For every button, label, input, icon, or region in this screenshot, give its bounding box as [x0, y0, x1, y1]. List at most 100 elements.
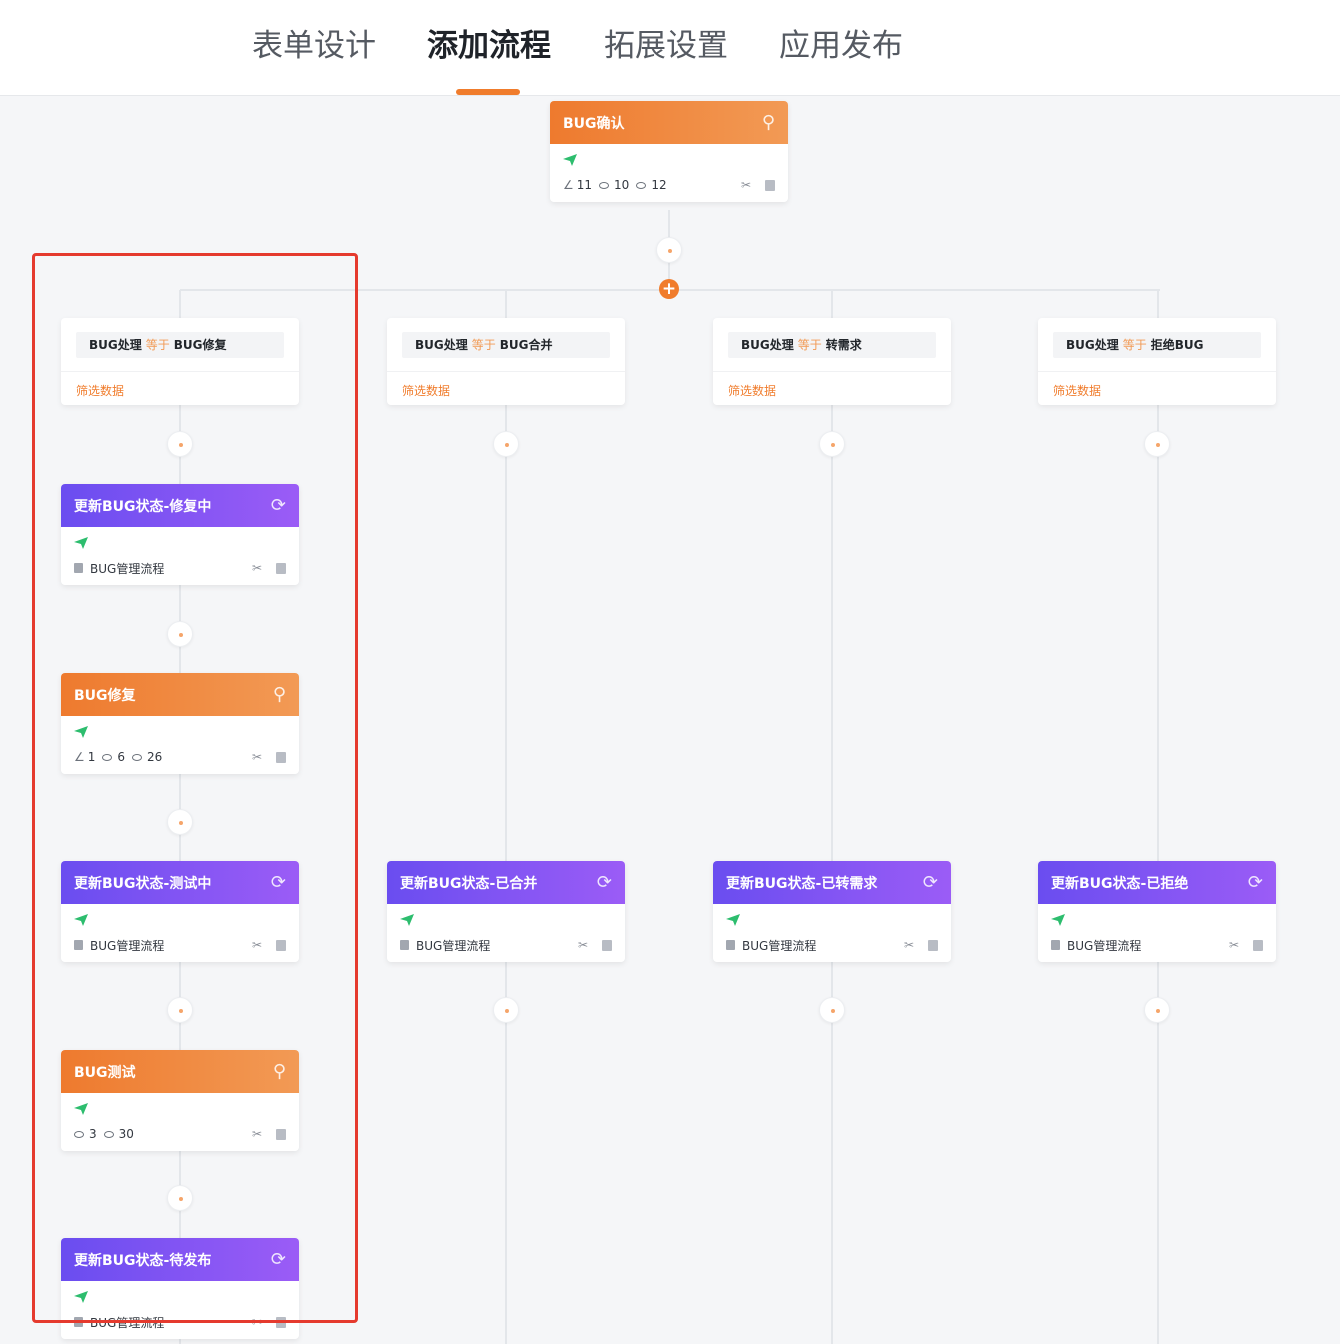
condition-value: BUG合并	[499, 338, 553, 352]
filter-data-link[interactable]: 筛选数据	[1053, 382, 1101, 399]
cut-icon[interactable]: ✂	[252, 938, 262, 952]
source-label: BUG管理流程	[1067, 938, 1142, 953]
view-icon	[102, 753, 113, 761]
node-body: 3 30 ✂	[61, 1093, 299, 1151]
node-title: BUG修复	[74, 687, 136, 704]
cut-icon[interactable]: ✂	[1229, 938, 1239, 952]
node-meta: BUG管理流程 ✂	[1051, 936, 1263, 954]
node-actions: ✂	[252, 1127, 286, 1141]
condition-card[interactable]: BUG处理 等于 拒绝BUG 筛选数据	[1038, 318, 1276, 405]
add-node-button[interactable]	[167, 1185, 193, 1211]
condition-rule: BUG处理 等于 BUG合并	[402, 332, 610, 358]
refresh-icon: ⟳	[270, 872, 286, 893]
update-node[interactable]: 更新BUG状态-已合并 ⟳ BUG管理流程 ✂	[387, 861, 625, 962]
copy-icon[interactable]	[276, 939, 286, 951]
update-node[interactable]: 更新BUG状态-已拒绝 ⟳ BUG管理流程 ✂	[1038, 861, 1276, 962]
add-node-button[interactable]	[1144, 431, 1170, 457]
tab-form-design[interactable]: 表单设计	[252, 24, 376, 68]
cut-icon[interactable]: ✂	[252, 750, 262, 764]
root-node-bug-confirm[interactable]: BUG确认 ⚲ ∠ 11 10 12 ✂	[550, 101, 788, 202]
condition-field: BUG处理	[89, 338, 142, 352]
cut-icon[interactable]: ✂	[252, 1315, 262, 1329]
cut-icon[interactable]: ✂	[904, 938, 914, 952]
tab-add-process[interactable]: 添加流程	[427, 24, 551, 68]
copy-icon[interactable]	[276, 1128, 286, 1140]
node-meta: 3 30 ✂	[74, 1125, 286, 1143]
node-meta: ∠ 1 6 26 ✂	[74, 748, 286, 766]
node-body: BUG管理流程 ✂	[61, 527, 299, 585]
node-source: BUG管理流程	[74, 1314, 164, 1331]
add-node-button[interactable]	[819, 431, 845, 457]
condition-card[interactable]: BUG处理 等于 BUG修复 筛选数据	[61, 318, 299, 405]
add-node-button[interactable]	[167, 431, 193, 457]
add-node-button[interactable]	[1144, 997, 1170, 1023]
condition-card[interactable]: BUG处理 等于 转需求 筛选数据	[713, 318, 951, 405]
filter-data-link[interactable]: 筛选数据	[728, 382, 776, 399]
cut-icon[interactable]: ✂	[741, 178, 751, 192]
node-body: ∠ 1 6 26 ✂	[61, 716, 299, 774]
condition-operator: 等于	[471, 338, 496, 352]
cut-icon[interactable]: ✂	[578, 938, 588, 952]
view-icon	[74, 1130, 84, 1138]
add-node-button[interactable]	[167, 809, 193, 835]
send-icon	[74, 1291, 88, 1303]
copy-icon[interactable]	[276, 1316, 286, 1328]
add-node-button[interactable]	[493, 997, 519, 1023]
filter-data-link[interactable]: 筛选数据	[402, 382, 450, 399]
view-icon	[103, 1130, 114, 1138]
update-node[interactable]: 更新BUG状态-待发布 ⟳ BUG管理流程 ✂	[61, 1238, 299, 1339]
cut-icon[interactable]: ✂	[252, 561, 262, 575]
stat-value: 1	[87, 750, 96, 764]
approve-node[interactable]: BUG测试 ⚲ 3 30 ✂	[61, 1050, 299, 1151]
copy-icon[interactable]	[928, 939, 938, 951]
update-node[interactable]: 更新BUG状态-修复中 ⟳ BUG管理流程 ✂	[61, 484, 299, 585]
form-icon	[74, 1317, 83, 1327]
tab-extension-settings[interactable]: 拓展设置	[604, 24, 728, 68]
refresh-icon: ⟳	[270, 495, 286, 516]
send-icon	[74, 726, 88, 738]
node-body: BUG管理流程 ✂	[1038, 904, 1276, 962]
form-icon	[400, 940, 409, 950]
add-node-button[interactable]	[167, 997, 193, 1023]
condition-card[interactable]: BUG处理 等于 BUG合并 筛选数据	[387, 318, 625, 405]
approve-node[interactable]: BUG修复 ⚲ ∠ 1 6 26 ✂	[61, 673, 299, 774]
copy-icon[interactable]	[765, 179, 775, 191]
send-icon	[74, 537, 88, 549]
divider	[1038, 371, 1276, 372]
copy-icon[interactable]	[602, 939, 612, 951]
node-header: BUG确认 ⚲	[550, 101, 788, 144]
node-header: BUG修复 ⚲	[61, 673, 299, 716]
add-node-button[interactable]	[819, 997, 845, 1023]
update-node[interactable]: 更新BUG状态-测试中 ⟳ BUG管理流程 ✂	[61, 861, 299, 962]
stat-value: 26	[147, 750, 163, 764]
node-body: BUG管理流程 ✂	[713, 904, 951, 962]
copy-icon[interactable]	[1253, 939, 1263, 951]
add-branch-icon[interactable]: +	[659, 279, 679, 299]
stat-value: 10	[614, 178, 630, 192]
add-node-button[interactable]	[656, 237, 682, 263]
source-label: BUG管理流程	[90, 938, 165, 953]
add-node-button[interactable]	[493, 431, 519, 457]
source-label: BUG管理流程	[742, 938, 817, 953]
node-header: 更新BUG状态-已拒绝 ⟳	[1038, 861, 1276, 904]
copy-icon[interactable]	[276, 562, 286, 574]
node-actions: ✂	[252, 561, 286, 575]
node-title: 更新BUG状态-已转需求	[726, 875, 878, 892]
update-node[interactable]: 更新BUG状态-已转需求 ⟳ BUG管理流程 ✂	[713, 861, 951, 962]
node-meta: BUG管理流程 ✂	[74, 1313, 286, 1331]
node-actions: ✂	[741, 178, 775, 192]
copy-icon[interactable]	[276, 751, 286, 763]
node-header: BUG测试 ⚲	[61, 1050, 299, 1093]
node-body: ∠ 11 10 12 ✂	[550, 144, 788, 202]
node-meta: BUG管理流程 ✂	[726, 936, 938, 954]
cut-icon[interactable]: ✂	[252, 1127, 262, 1141]
tab-app-publish[interactable]: 应用发布	[779, 24, 903, 68]
node-actions: ✂	[1229, 938, 1263, 952]
filter-data-link[interactable]: 筛选数据	[76, 382, 124, 399]
divider	[61, 371, 299, 372]
refresh-icon: ⟳	[922, 872, 938, 893]
node-header: 更新BUG状态-已转需求 ⟳	[713, 861, 951, 904]
stat-value: 3	[89, 1127, 97, 1141]
send-icon	[1051, 914, 1065, 926]
add-node-button[interactable]	[167, 621, 193, 647]
